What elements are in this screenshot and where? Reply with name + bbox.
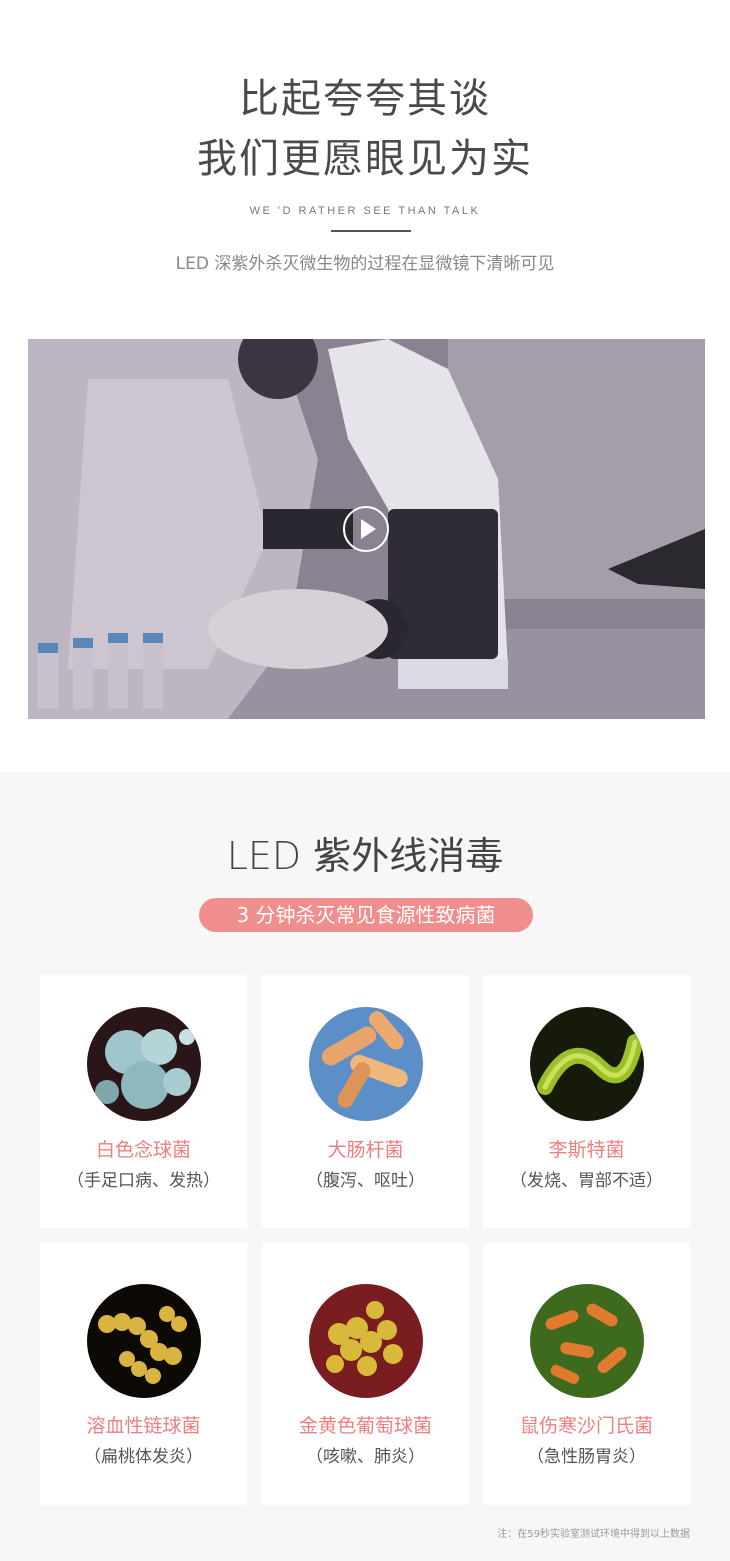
bacteria-card-candida: 白色念球菌 （手足口病、发热） (40, 975, 247, 1228)
hero-section: 比起夸夸其谈 我们更愿眼见为实 WE 'D RATHER SEE THAN TA… (0, 0, 730, 772)
english-tagline: WE 'D RATHER SEE THAN TALK (249, 205, 481, 217)
headline-line-1: 比起夸夸其谈 (239, 76, 491, 122)
bacteria-name: 鼠伤寒沙门氏菌 (519, 1415, 653, 1437)
headline-line-2: 我们更愿眼见为实 (197, 136, 533, 182)
section-title: LED 紫外线消毒 (226, 834, 504, 878)
bacteria-card-listeria: 李斯特菌 （发烧、胃部不适） (483, 975, 690, 1228)
streptococcus-image (87, 1284, 201, 1398)
lab-video-player[interactable] (28, 339, 705, 719)
bacteria-symptom: （腹泻、呕吐） (306, 1171, 425, 1191)
bacteria-symptom: （手足口病、发热） (67, 1171, 220, 1191)
uv-disinfection-section: LED 紫外线消毒 3 分钟杀灭常见食源性致病菌 白色念球菌 （手足口病、发热） (0, 772, 730, 1561)
play-icon (361, 519, 376, 539)
bacteria-name: 金黄色葡萄球菌 (298, 1415, 432, 1437)
candida-image (87, 1007, 201, 1121)
bacteria-symptom: （发烧、胃部不适） (510, 1171, 663, 1191)
test-footnote: 注：在59秒实验室测试环境中得到以上数据 (497, 1529, 690, 1540)
bacteria-name: 白色念球菌 (95, 1139, 191, 1161)
staphylococcus-image (309, 1284, 423, 1398)
play-button[interactable] (343, 506, 389, 552)
listeria-image (530, 1007, 644, 1121)
bacteria-card-staphylococcus: 金黄色葡萄球菌 （咳嗽、肺炎） (262, 1243, 469, 1505)
ecoli-image (309, 1007, 423, 1121)
title-divider (331, 230, 411, 232)
bacteria-card-salmonella: 鼠伤寒沙门氏菌 （急性肠胃炎） (483, 1243, 690, 1505)
bacteria-symptom: （急性肠胃炎） (527, 1447, 646, 1467)
bacteria-card-ecoli: 大肠杆菌 （腹泻、呕吐） (262, 975, 469, 1228)
bacteria-symptom: （扁桃体发炎） (84, 1447, 203, 1467)
bacteria-name: 大肠杆菌 (327, 1139, 404, 1161)
hero-subtitle: LED 深紫外杀灭微生物的过程在显微镜下清晰可见 (175, 254, 555, 274)
bacteria-symptom: （咳嗽、肺炎） (306, 1447, 425, 1467)
salmonella-image (530, 1284, 644, 1398)
bacteria-name: 李斯特菌 (548, 1139, 625, 1161)
highlight-badge: 3 分钟杀灭常见食源性致病菌 (199, 898, 533, 932)
bacteria-card-streptococcus: 溶血性链球菌 （扁桃体发炎） (40, 1243, 247, 1505)
bacteria-name: 溶血性链球菌 (86, 1415, 201, 1437)
